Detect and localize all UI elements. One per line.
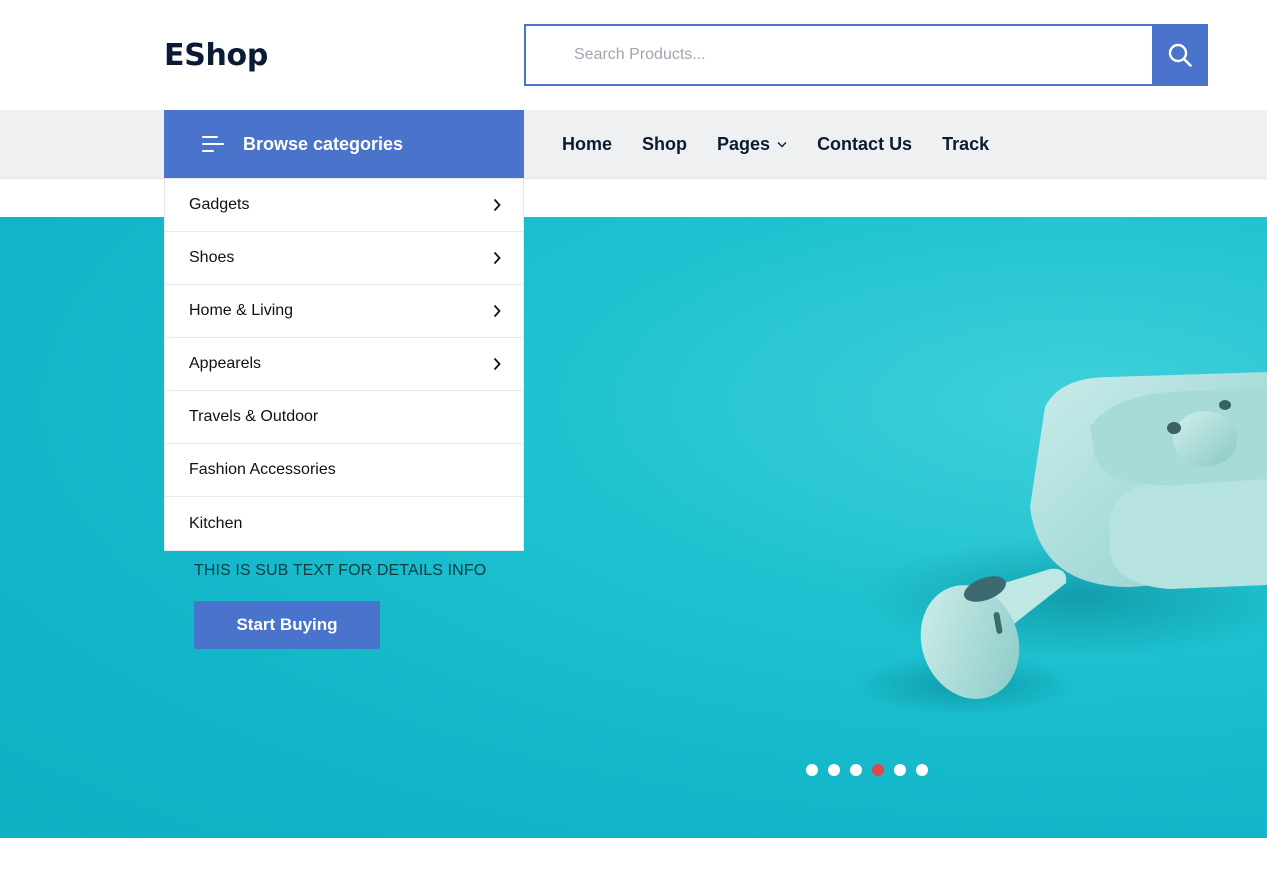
- search-button[interactable]: [1152, 24, 1208, 86]
- nav-link-track[interactable]: Track: [942, 134, 989, 155]
- category-label: Shoes: [189, 249, 235, 266]
- nav-link-label: Shop: [642, 133, 688, 154]
- slider-dot[interactable]: [806, 764, 818, 776]
- category-item-appearels[interactable]: Appearels: [165, 338, 523, 391]
- slider-dots: [806, 764, 938, 776]
- chevron-right-icon: [493, 357, 501, 371]
- nav-link-pages[interactable]: Pages: [717, 134, 787, 155]
- start-buying-button[interactable]: Start Buying: [194, 601, 380, 649]
- category-label: Fashion Accessories: [189, 461, 336, 478]
- category-item-kitchen[interactable]: Kitchen: [165, 497, 523, 550]
- category-item-travels-outdoor[interactable]: Travels & Outdoor: [165, 391, 523, 444]
- chevron-right-icon: [493, 304, 501, 318]
- slider-dot[interactable]: [916, 764, 928, 776]
- nav-link-label: Contact Us: [817, 133, 913, 154]
- logo[interactable]: EShop: [164, 38, 268, 73]
- chevron-down-icon: [777, 141, 787, 147]
- category-label: Kitchen: [189, 514, 243, 532]
- category-item-home-living[interactable]: Home & Living: [165, 285, 523, 338]
- chevron-right-icon: [493, 198, 501, 212]
- search-box: [524, 24, 1152, 86]
- site-header: EShop: [0, 0, 1267, 110]
- nav-links: Home Shop Pages Contact Us Track: [562, 110, 1019, 178]
- hamburger-icon: [202, 134, 224, 154]
- category-label: Appearels: [189, 355, 262, 372]
- category-item-fashion-accessories[interactable]: Fashion Accessories: [165, 444, 523, 497]
- browse-categories-label: Browse categories: [243, 133, 404, 154]
- search-icon: [1168, 43, 1192, 67]
- search-input[interactable]: [574, 26, 1134, 84]
- slider-dot-active[interactable]: [872, 764, 884, 776]
- category-item-gadgets[interactable]: Gadgets: [165, 179, 523, 232]
- nav-link-contact-us[interactable]: Contact Us: [817, 134, 912, 155]
- nav-link-shop[interactable]: Shop: [642, 134, 687, 155]
- category-menu: Gadgets Shoes Home & Living Appearels Tr…: [164, 179, 524, 551]
- category-label: Travels & Outdoor: [189, 408, 319, 425]
- nav-link-label: Pages: [717, 133, 771, 154]
- slider-dot[interactable]: [850, 764, 862, 776]
- hero-sub-text: THIS IS SUB TEXT FOR DETAILS INFO: [194, 562, 487, 579]
- slider-dot[interactable]: [894, 764, 906, 776]
- slider-dot[interactable]: [828, 764, 840, 776]
- category-label: Home & Living: [189, 302, 294, 319]
- category-label: Gadgets: [189, 196, 250, 213]
- browse-categories-button[interactable]: Browse categories: [164, 110, 524, 178]
- chevron-right-icon: [493, 251, 501, 265]
- nav-link-label: Home: [562, 133, 613, 154]
- category-item-shoes[interactable]: Shoes: [165, 232, 523, 285]
- nav-link-label: Track: [942, 133, 990, 154]
- nav-link-home[interactable]: Home: [562, 134, 612, 155]
